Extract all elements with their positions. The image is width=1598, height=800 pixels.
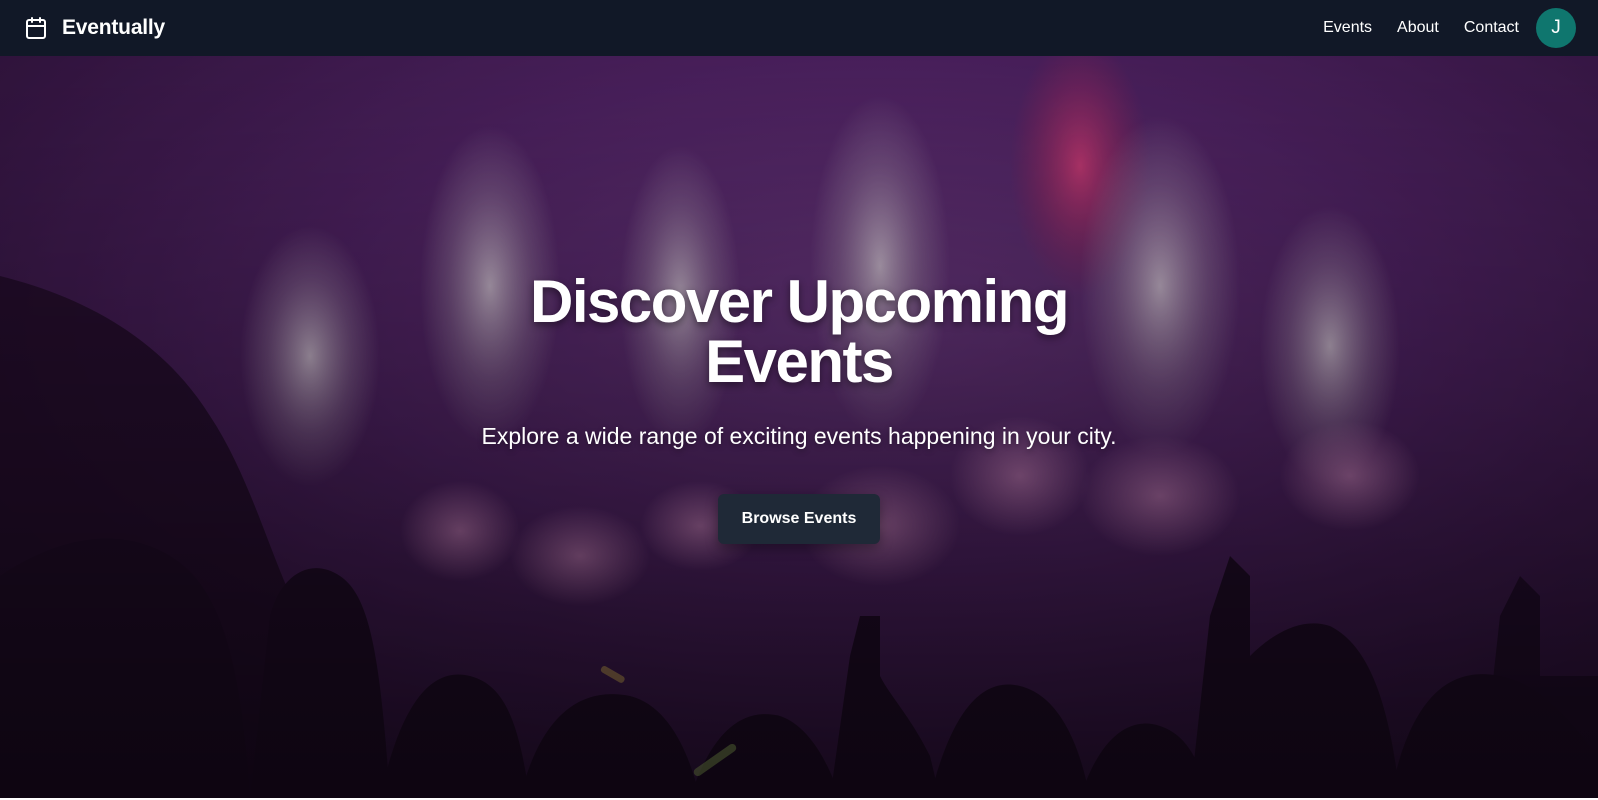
user-avatar[interactable]: J — [1536, 8, 1576, 48]
hero-subtitle: Explore a wide range of exciting events … — [481, 423, 1117, 449]
brand-link[interactable]: Eventually — [24, 16, 165, 40]
hero-content: Discover Upcoming Events Explore a wide … — [0, 272, 1598, 544]
nav-link-events[interactable]: Events — [1323, 19, 1372, 37]
nav-menu: Events About Contact J — [1323, 8, 1576, 48]
hero-title: Discover Upcoming Events — [530, 268, 1069, 395]
nav-link-contact[interactable]: Contact — [1464, 19, 1519, 37]
calendar-icon — [24, 16, 48, 40]
hero-section: Discover Upcoming Events Explore a wide … — [0, 56, 1598, 798]
top-navbar: Eventually Events About Contact J — [0, 0, 1598, 56]
nav-link-about[interactable]: About — [1397, 19, 1439, 37]
brand-name: Eventually — [62, 16, 166, 39]
browse-events-button[interactable]: Browse Events — [717, 494, 881, 544]
